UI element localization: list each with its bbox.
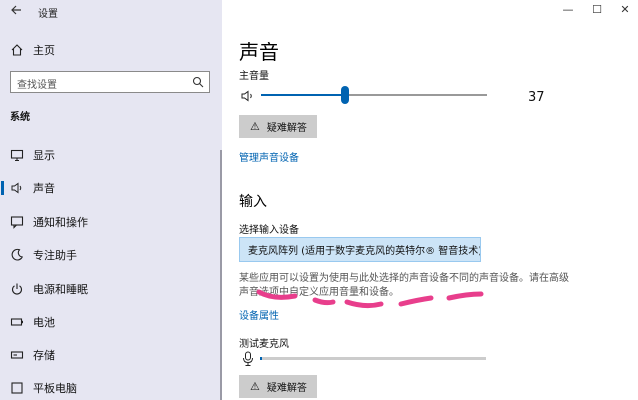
input-device-dropdown[interactable]: 麦克风阵列 (适用于数字麦克风的英特尔® 智音技术) (239, 237, 481, 262)
microphone-icon (243, 351, 253, 366)
app-title: 设置 (38, 9, 58, 20)
sidebar-item-sound[interactable]: 声音 (0, 173, 220, 203)
sidebar: 设置 主页 查找设置 系统 显示 声音 通知和操作 专注助手 电源和睡眠 电池 … (0, 0, 222, 400)
maximize-button[interactable]: ☐ (589, 3, 605, 16)
sidebar-item-storage[interactable]: 存储 (0, 340, 220, 370)
speaker-icon (11, 182, 22, 194)
troubleshoot-button[interactable]: ⚠ 疑难解答 (239, 115, 317, 138)
search-icon[interactable] (192, 76, 204, 88)
search-input[interactable]: 查找设置 (10, 71, 210, 93)
warning-icon: ⚠ (250, 380, 260, 393)
master-volume-label: 主音量 (239, 71, 269, 82)
sidebar-scrollbar[interactable] (220, 150, 222, 400)
sidebar-item-label: 主页 (33, 44, 55, 57)
manage-sound-devices-link[interactable]: 管理声音设备 (239, 149, 299, 164)
sidebar-section-title: 系统 (10, 112, 30, 123)
sidebar-item-tablet[interactable]: 平板电脑 (0, 373, 220, 400)
battery-icon (10, 318, 23, 326)
mic-level-fill (260, 357, 263, 360)
sidebar-item-home[interactable]: 主页 (0, 35, 220, 65)
test-mic-label: 测试麦克风 (239, 339, 289, 350)
input-section-title: 输入 (239, 194, 267, 210)
sidebar-item-label: 电池 (33, 316, 55, 329)
power-icon (12, 283, 22, 295)
master-volume-slider[interactable] (261, 86, 487, 104)
sidebar-item-label: 专注助手 (33, 249, 77, 262)
sidebar-item-label: 声音 (33, 182, 55, 195)
search-placeholder: 查找设置 (17, 80, 57, 91)
input-device-value: 麦克风阵列 (适用于数字麦克风的英特尔® 智音技术) (248, 246, 481, 257)
troubleshoot-button-2[interactable]: ⚠ 疑难解答 (239, 375, 317, 398)
speaker-icon[interactable] (240, 88, 256, 104)
device-properties-link[interactable]: 设备属性 (239, 307, 279, 322)
close-button[interactable]: ✕ (617, 3, 633, 16)
tablet-icon (11, 382, 23, 394)
sidebar-item-battery[interactable]: 电池 (0, 307, 220, 337)
notification-icon (10, 216, 24, 229)
sidebar-item-label: 存储 (33, 349, 55, 362)
troubleshoot-label: 疑难解答 (266, 383, 307, 394)
sidebar-item-power-sleep[interactable]: 电源和睡眠 (0, 274, 220, 304)
back-arrow-icon[interactable] (9, 3, 23, 17)
annotation-scribble (256, 289, 484, 309)
volume-slider-fill (261, 94, 345, 96)
sidebar-item-label: 平板电脑 (33, 382, 77, 395)
choose-input-label: 选择输入设备 (239, 225, 299, 236)
sidebar-item-label: 电源和睡眠 (33, 283, 88, 296)
home-icon (11, 44, 23, 56)
mic-level-meter (260, 357, 486, 360)
minimize-button[interactable]: — (560, 3, 576, 16)
troubleshoot-label: 疑难解答 (266, 123, 307, 134)
sidebar-item-focus-assist[interactable]: 专注助手 (0, 240, 220, 270)
sidebar-item-label: 通知和操作 (33, 216, 88, 229)
warning-icon: ⚠ (250, 120, 260, 133)
volume-value: 37 (528, 90, 545, 105)
sidebar-item-notifications[interactable]: 通知和操作 (0, 207, 220, 237)
monitor-icon (10, 149, 24, 162)
moon-icon (11, 248, 24, 261)
volume-slider-thumb[interactable] (340, 86, 349, 104)
page-title: 声音 (239, 40, 279, 64)
sidebar-item-label: 显示 (33, 149, 55, 162)
sidebar-item-display[interactable]: 显示 (0, 140, 220, 170)
storage-icon (10, 351, 24, 359)
